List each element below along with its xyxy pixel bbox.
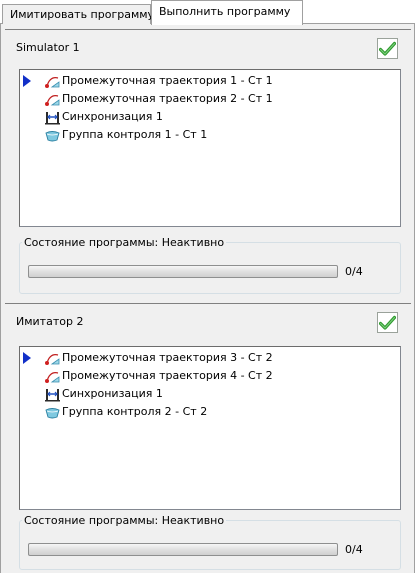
- list-item-label: Промежуточная траектория 4 - Ст 2: [62, 369, 273, 382]
- tab-simulate-program[interactable]: Имитировать программу: [2, 4, 154, 24]
- list-item-label: Промежуточная траектория 1 - Ст 1: [62, 74, 273, 87]
- program-list[interactable]: Промежуточная траектория 1 - Ст 1 Промеж…: [19, 69, 401, 227]
- panel-title: Имитатор 2: [16, 315, 84, 328]
- progress-count: 0/4: [345, 265, 363, 278]
- program-status-label: Состояние программы: Неактивно: [22, 236, 227, 249]
- list-item[interactable]: Группа контроля 2 - Ст 2: [20, 403, 400, 421]
- checkmark-icon: [379, 41, 396, 56]
- sync-icon: [45, 112, 60, 125]
- list-item[interactable]: Промежуточная траектория 2 - Ст 1: [20, 90, 400, 108]
- progress-count: 0/4: [345, 543, 363, 556]
- tab-content: Simulator 1 Промежуточная траектория 1 -…: [0, 24, 415, 573]
- list-item[interactable]: Промежуточная траектория 4 - Ст 2: [20, 367, 400, 385]
- progress-bar: [28, 543, 338, 556]
- program-status-group: Состояние программы: Неактивно 0/4: [19, 236, 401, 294]
- panel-title: Simulator 1: [16, 41, 80, 54]
- list-item[interactable]: Промежуточная траектория 3 - Ст 2: [20, 349, 400, 367]
- list-item-label: Синхронизация 1: [62, 387, 163, 400]
- simulator-panel-2: Имитатор 2 Промежуточная траектория 3 - …: [5, 303, 411, 573]
- list-item-label: Группа контроля 1 - Ст 1: [62, 128, 208, 141]
- program-status-group: Состояние программы: Неактивно 0/4: [19, 514, 401, 570]
- checkmark-icon: [379, 315, 396, 330]
- list-item[interactable]: Синхронизация 1: [20, 385, 400, 403]
- list-item[interactable]: Группа контроля 1 - Ст 1: [20, 126, 400, 144]
- list-item-label: Синхронизация 1: [62, 110, 163, 123]
- list-item[interactable]: Промежуточная траектория 1 - Ст 1: [20, 72, 400, 90]
- current-step-marker-icon: [23, 75, 31, 87]
- trajectory-icon: [45, 77, 60, 88]
- tab-bar: Имитировать программу Выполнить программ…: [0, 0, 415, 25]
- program-list[interactable]: Промежуточная траектория 3 - Ст 2 Промеж…: [19, 346, 401, 510]
- simulator-panel-1: Simulator 1 Промежуточная траектория 1 -…: [5, 29, 411, 305]
- current-step-marker-icon: [23, 352, 31, 364]
- tab-run-program[interactable]: Выполнить программу: [151, 0, 303, 25]
- sync-icon: [45, 389, 60, 402]
- control-group-icon: [45, 131, 60, 142]
- trajectory-icon: [45, 95, 60, 106]
- enable-checkbox[interactable]: [377, 38, 398, 59]
- enable-checkbox[interactable]: [377, 312, 398, 333]
- list-item-label: Промежуточная траектория 2 - Ст 1: [62, 92, 273, 105]
- list-item[interactable]: Синхронизация 1: [20, 108, 400, 126]
- control-group-icon: [45, 408, 60, 419]
- progress-bar: [28, 265, 338, 278]
- list-item-label: Промежуточная траектория 3 - Ст 2: [62, 351, 273, 364]
- trajectory-icon: [45, 354, 60, 365]
- trajectory-icon: [45, 372, 60, 383]
- list-item-label: Группа контроля 2 - Ст 2: [62, 405, 208, 418]
- program-status-label: Состояние программы: Неактивно: [22, 514, 227, 527]
